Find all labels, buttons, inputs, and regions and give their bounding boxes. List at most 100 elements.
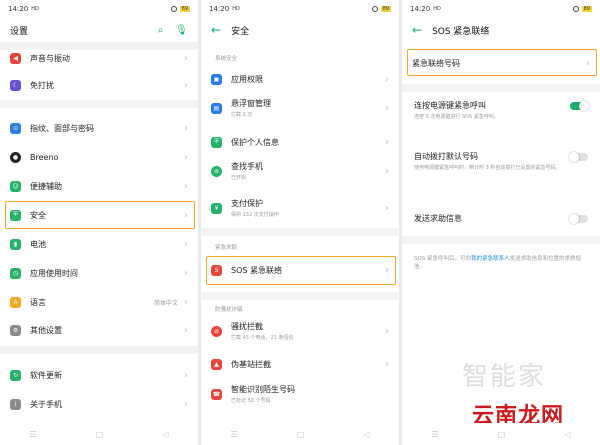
- item-label: 软件更新: [30, 370, 62, 380]
- moon-icon: ☾: [10, 79, 21, 91]
- security-item-floating-window[interactable]: ▤ 悬浮窗管理 拦截 2 次 ›: [201, 97, 399, 119]
- chevron-right-icon: ›: [184, 369, 188, 381]
- security-item-block[interactable]: ⊘ 骚扰拦截 拦截 45 个电话，21 条短信 ›: [201, 320, 399, 342]
- status-bar: 14:20 HD 89: [0, 0, 198, 18]
- security-item-caller-id[interactable]: ☎ 智能识别陌生号码 已标记 52 个号码: [201, 383, 399, 405]
- security-item-sos[interactable]: S SOS 紧急联络 ›: [201, 262, 399, 278]
- menu-icon[interactable]: ☰: [231, 430, 238, 439]
- gear-icon: ⚙: [10, 324, 21, 336]
- security-item-find-phone[interactable]: ⊚ 查找手机 已开启 ›: [201, 160, 399, 182]
- page-title: 设置: [10, 26, 29, 37]
- item-label: 免打扰: [30, 80, 54, 90]
- item-subtitle: 连按 5 次电源键进行 SOS 紧急呼叫。: [414, 114, 499, 120]
- item-label: 语言: [30, 297, 46, 307]
- back-icon[interactable]: ◁: [564, 430, 570, 439]
- status-hd: HD: [232, 6, 240, 12]
- nav-bar: ☰ □ ◁: [201, 423, 399, 445]
- status-bar: 14:20 HD 89: [402, 0, 600, 18]
- page-title: SOS 紧急联络: [432, 26, 490, 37]
- battery-badge: 89: [581, 6, 592, 12]
- battery-badge: 89: [179, 6, 190, 12]
- settings-item-battery[interactable]: ▮ 电池 ›: [0, 236, 198, 252]
- chevron-right-icon: ›: [385, 73, 389, 85]
- search-icon[interactable]: ⌕: [158, 25, 164, 36]
- emergency-number-item[interactable]: 紧急联络号码 ›: [402, 55, 600, 71]
- section-header: 紧急求助: [215, 245, 238, 251]
- item-label: 紧急联络号码: [412, 58, 460, 68]
- item-label: 连按电源键紧急呼叫: [414, 101, 486, 110]
- security-item-payment[interactable]: ¥ 支付保护 保护 132 次支付操作 ›: [201, 197, 399, 219]
- back-arrow-icon[interactable]: ←: [412, 24, 422, 36]
- back-icon[interactable]: ◁: [162, 430, 168, 439]
- send-help-toggle[interactable]: [569, 213, 588, 224]
- info-icon: i: [10, 398, 21, 410]
- home-icon[interactable]: □: [297, 430, 305, 439]
- titlebar: ← 安全: [201, 18, 399, 42]
- sos-note: SOS 紧急呼叫后，可向我的紧急联系人发送求助信息和位置的求救短信。: [414, 255, 588, 272]
- alarm-icon: [572, 6, 579, 12]
- chevron-right-icon: ›: [385, 264, 389, 276]
- settings-item-app-usage[interactable]: ◷ 应用使用时间 ›: [0, 265, 198, 281]
- menu-icon[interactable]: ☰: [30, 430, 37, 439]
- section-header: 防骚扰诈骗: [215, 307, 243, 313]
- watermark-top: 智能家: [462, 362, 547, 392]
- sos-screen: 14:20 HD 89 ← SOS 紧急联络 紧急联络号码 › 连按电源键紧急呼…: [402, 0, 600, 445]
- settings-item-breeno[interactable]: ● Breeno ›: [0, 149, 198, 165]
- settings-item-language[interactable]: A 语言 简体中文 ›: [0, 294, 198, 310]
- titlebar: 设置 ⌕ 🎙: [0, 18, 198, 42]
- item-label: 指纹、面部与密码: [30, 123, 94, 133]
- security-item-privacy[interactable]: ⛨ 保护个人信息 ›: [201, 134, 399, 150]
- security-item-fake-station[interactable]: ▲ 伪基站拦截 ›: [201, 356, 399, 372]
- block-icon: ⊘: [211, 325, 222, 337]
- power-button-sos-toggle[interactable]: [570, 100, 589, 111]
- item-label: 骚扰拦截: [231, 322, 263, 331]
- home-icon[interactable]: □: [96, 430, 104, 439]
- item-label: Breeno: [30, 152, 59, 162]
- item-label: 智能识别陌生号码: [231, 385, 295, 394]
- settings-item-fingerprint[interactable]: ⊙ 指纹、面部与密码 ›: [0, 120, 198, 136]
- status-time: 14:20: [8, 5, 29, 13]
- item-label: 关于手机: [30, 399, 62, 409]
- auto-dial-toggle[interactable]: [569, 151, 588, 162]
- floating-window-icon: ▤: [211, 102, 222, 114]
- settings-item-other[interactable]: ⚙ 其他设置 ›: [0, 322, 198, 338]
- payment-protect-icon: ¥: [211, 202, 222, 214]
- emergency-contacts-link[interactable]: 我的紧急联系人: [471, 256, 510, 262]
- status-bar: 14:20 HD 89: [201, 0, 399, 18]
- settings-item-dnd[interactable]: ☾ 免打扰 ›: [0, 77, 198, 93]
- microphone-icon[interactable]: 🎙: [175, 25, 188, 36]
- item-label: 发送求助信息: [414, 214, 462, 223]
- menu-icon[interactable]: ☰: [432, 430, 439, 439]
- chevron-right-icon: ›: [184, 122, 188, 134]
- back-arrow-icon[interactable]: ←: [211, 24, 221, 36]
- chevron-right-icon: ›: [385, 165, 389, 177]
- settings-item-sound[interactable]: ◀ 声音与振动 ›: [0, 50, 198, 66]
- shield-icon: ⛨: [10, 209, 21, 221]
- nav-bar: ☰ □ ◁: [402, 423, 600, 445]
- language-icon: A: [10, 296, 21, 308]
- item-label: 声音与振动: [30, 53, 70, 63]
- titlebar: ← SOS 紧急联络: [402, 18, 600, 42]
- page-title: 安全: [231, 26, 250, 37]
- settings-item-security[interactable]: ⛨ 安全 ›: [0, 207, 198, 223]
- security-item-app-permission[interactable]: ▣ 应用权限 ›: [201, 71, 399, 87]
- settings-item-accessibility[interactable]: ☺ 便捷辅助 ›: [0, 178, 198, 194]
- item-subtitle: 已开启: [231, 175, 247, 181]
- item-subtitle: 拦截 45 个电话，21 条短信: [231, 335, 294, 341]
- chevron-right-icon: ›: [184, 296, 188, 308]
- back-icon[interactable]: ◁: [363, 430, 369, 439]
- settings-item-update[interactable]: ↻ 软件更新 ›: [0, 367, 198, 383]
- chevron-right-icon: ›: [385, 202, 389, 214]
- chevron-right-icon: ›: [184, 267, 188, 279]
- alarm-icon: [371, 6, 378, 12]
- accessibility-icon: ☺: [10, 180, 21, 192]
- language-value: 简体中文: [153, 299, 178, 307]
- chevron-right-icon: ›: [184, 209, 188, 221]
- power-button-sos-row: 连按电源键紧急呼叫 连按 5 次电源键进行 SOS 紧急呼叫。: [414, 100, 589, 121]
- item-subtitle: 使用电源键紧急呼叫时，倒计时 3 秒自动拨打已设置的紧急号码。: [414, 165, 561, 171]
- security-screen: 14:20 HD 89 ← 安全 系统安全 ▣ 应用权限 › ▤ 悬浮窗管理 拦…: [201, 0, 399, 445]
- chevron-right-icon: ›: [184, 180, 188, 192]
- status-time: 14:20: [209, 5, 230, 13]
- home-icon[interactable]: □: [498, 430, 506, 439]
- settings-item-about[interactable]: i 关于手机 ›: [0, 396, 198, 412]
